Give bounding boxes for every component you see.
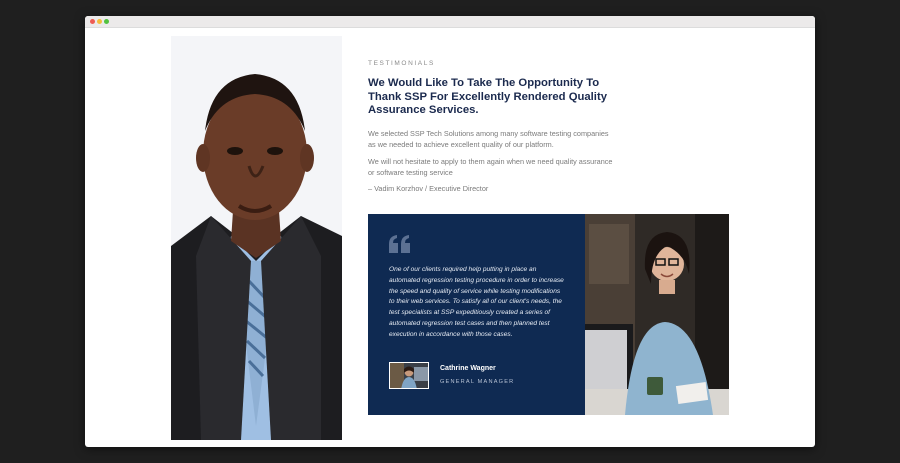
testimonial-paragraph-1: We selected SSP Tech Solutions among man…	[368, 128, 609, 149]
client-quote-text: One of our clients required help putting…	[389, 266, 564, 338]
section-eyebrow: TESTIMONIALS	[368, 60, 435, 67]
testimonial-author: – Vadim Korzhov / Executive Director	[368, 183, 489, 193]
close-dot-icon[interactable]	[90, 19, 95, 24]
maximize-dot-icon[interactable]	[104, 19, 109, 24]
testimonial-paragraph-2: We will not hesitate to apply to them ag…	[368, 156, 613, 177]
quote-icon	[389, 235, 411, 258]
client-quote-card: One of our clients required help putting…	[368, 214, 729, 415]
client-role: GENERAL MANAGER	[440, 379, 515, 385]
minimize-dot-icon[interactable]	[97, 19, 102, 24]
testimonial-heading: We Would Like To Take The Opportunity To…	[368, 77, 607, 117]
client-name: Cathrine Wagner	[440, 365, 496, 372]
browser-window: TESTIMONIALS We Would Like To Take The O…	[85, 16, 815, 447]
avatar	[389, 362, 429, 389]
testimonial-content: TESTIMONIALS We Would Like To Take The O…	[368, 60, 618, 193]
client-photo	[585, 214, 729, 415]
title-bar	[85, 16, 815, 28]
portrait-image	[171, 36, 342, 440]
